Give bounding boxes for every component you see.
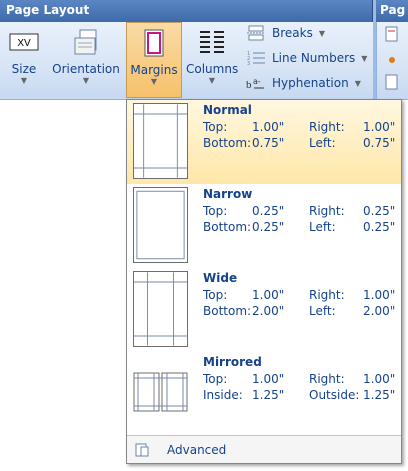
page-layout-group-title: Page Layout (0, 0, 373, 22)
size-button[interactable]: XV Size ▼ (4, 22, 44, 96)
margin-option-wide[interactable]: Wide Top: 1.00" Right: 1.00" Bottom: 2.00" … (127, 268, 401, 352)
svg-text:3: 3 (247, 61, 250, 66)
hyphenation-icon: b a- (246, 77, 264, 91)
next-group-title: Pag (376, 0, 408, 22)
option-name: Narrow (203, 187, 253, 201)
chevron-down-icon: ▼ (354, 78, 361, 88)
svg-text:b: b (246, 79, 252, 91)
columns-button[interactable]: Columns ▼ (186, 22, 238, 96)
columns-label: Columns (186, 62, 239, 76)
margin-option-narrow[interactable]: Narrow Top: 0.25" Right: 0.25" Bottom: 0.25… (127, 184, 401, 268)
chevron-down-icon: ▼ (208, 76, 216, 85)
chevron-down-icon: ▼ (20, 76, 28, 85)
bullet-icon[interactable] (387, 55, 397, 65)
hyphenation-button[interactable]: b a- Hyphenation ▼ (246, 72, 361, 94)
svg-text:XV: XV (17, 38, 31, 49)
size-icon: XV (9, 33, 39, 51)
breaks-label: Breaks (272, 26, 313, 40)
orientation-button[interactable]: Orientation ▼ (50, 22, 122, 96)
option-name: Normal (203, 103, 252, 117)
orientation-label: Orientation (52, 62, 120, 76)
advanced-option[interactable]: Advanced (127, 435, 401, 463)
size-label: Size (11, 62, 37, 76)
chevron-down-icon: ▼ (82, 76, 90, 85)
advanced-label: Advanced (167, 443, 227, 457)
columns-icon (200, 31, 224, 53)
margins-icon (144, 29, 164, 57)
normal-margin-icon (133, 103, 188, 179)
wide-margin-icon (133, 271, 188, 347)
margins-label: Margins (130, 63, 178, 77)
margins-dropdown: Normal Top: 1.00" Right: 1.00" Bottom: 0.75… (126, 99, 402, 464)
option-name: Wide (203, 271, 238, 285)
margin-option-normal[interactable]: Normal Top: 1.00" Right: 1.00" Bottom: 0.75… (127, 100, 401, 184)
margin-option-mirrored[interactable]: Mirrored Top: 1.00" Right: 1.00" Inside: 1.… (127, 352, 401, 436)
mirrored-margin-icon (133, 372, 188, 412)
group-separator (373, 0, 376, 100)
breaks-button[interactable]: Breaks ▼ (246, 22, 325, 44)
breaks-icon (247, 25, 265, 41)
line-numbers-label: Line Numbers (272, 51, 356, 65)
document-icon[interactable] (385, 74, 399, 90)
chevron-down-icon: ▼ (361, 53, 368, 63)
svg-text:a-: a- (253, 77, 261, 86)
line-numbers-icon: 123 (247, 51, 265, 66)
chevron-down-icon: ▼ (318, 28, 325, 38)
orientation-icon (74, 29, 97, 55)
hyphenation-label: Hyphenation (272, 76, 349, 90)
option-name: Mirrored (203, 355, 262, 369)
ribbon-next-group (376, 22, 408, 100)
margins-button[interactable]: Margins ▼ (126, 22, 182, 98)
page-setup-icon (135, 443, 149, 457)
page-icon[interactable] (385, 26, 399, 42)
narrow-margin-icon (133, 187, 188, 263)
chevron-down-icon: ▼ (150, 77, 158, 86)
line-numbers-button[interactable]: 123 Line Numbers ▼ (246, 47, 367, 69)
